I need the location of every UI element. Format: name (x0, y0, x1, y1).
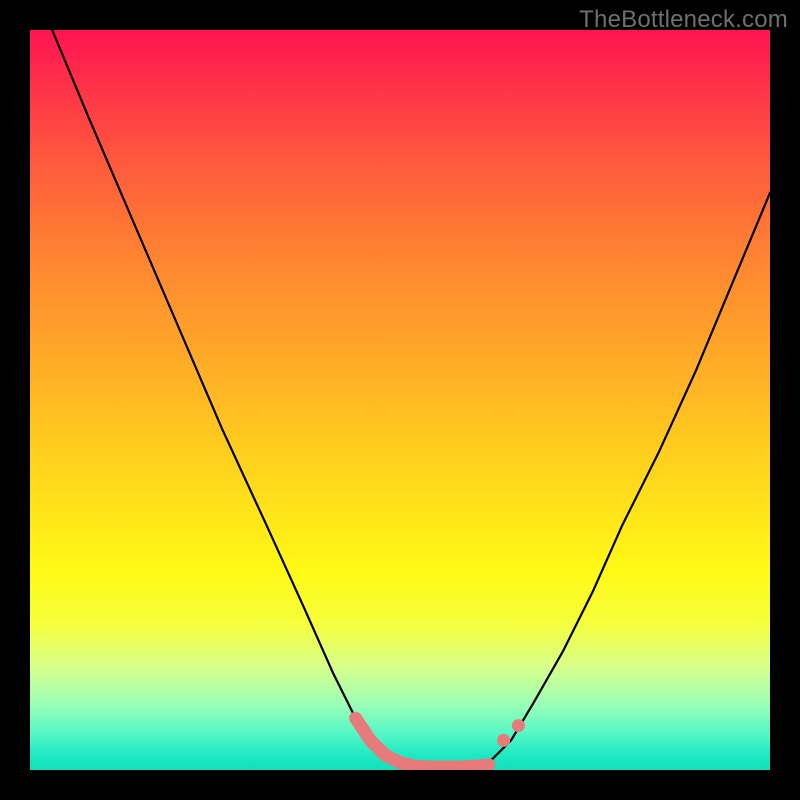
curve-right-branch (489, 193, 770, 763)
optimal-zone-band (356, 718, 489, 767)
marker-dot-2 (512, 719, 525, 732)
watermark-text: TheBottleneck.com (579, 6, 788, 34)
chart-frame: TheBottleneck.com (0, 0, 800, 800)
curve-left-branch (52, 30, 415, 766)
marker-dot-1 (497, 734, 510, 747)
plot-area (30, 30, 770, 770)
chart-svg (30, 30, 770, 770)
